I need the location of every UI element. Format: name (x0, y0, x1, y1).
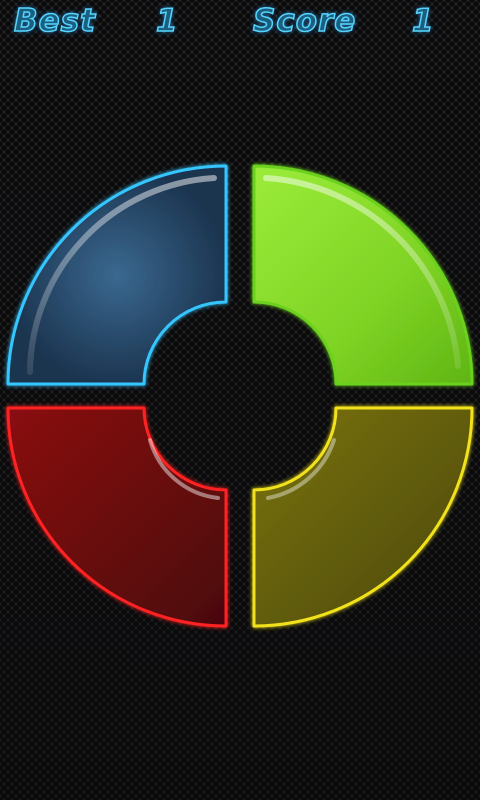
red-pad-shape[interactable] (6, 406, 228, 628)
yellow-pad-shape[interactable] (252, 406, 474, 628)
yellow-pad[interactable] (252, 406, 474, 628)
green-pad[interactable] (252, 164, 474, 386)
blue-pad-shape[interactable] (6, 164, 228, 386)
blue-pad[interactable] (6, 164, 228, 386)
game-board (6, 164, 474, 628)
green-pad-shape[interactable] (252, 164, 474, 386)
red-pad[interactable] (6, 406, 228, 628)
